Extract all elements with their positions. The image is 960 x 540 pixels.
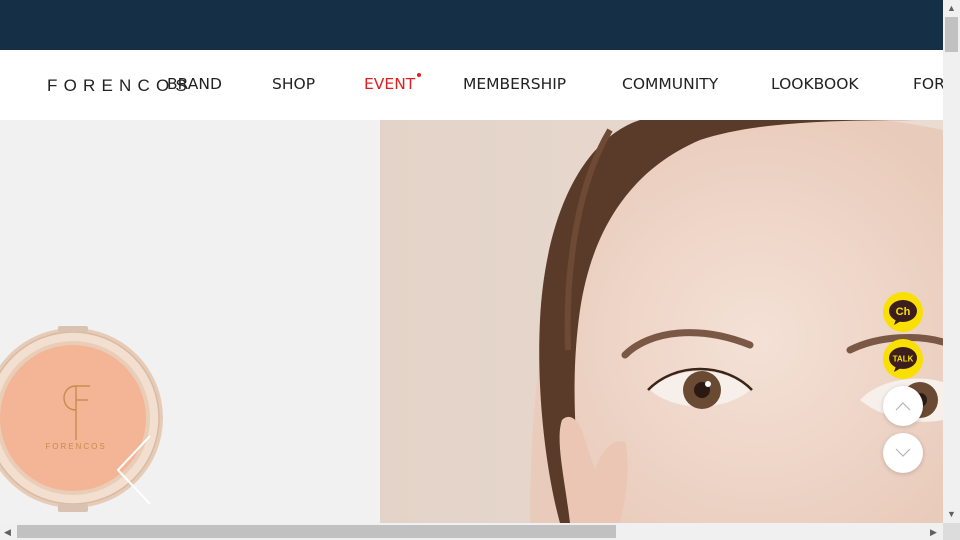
hero-model-image: [380, 120, 943, 523]
horizontal-scrollbar[interactable]: ◀ ▶: [0, 523, 943, 540]
nav-item-brand[interactable]: BRAND: [167, 75, 222, 93]
main-navigation: FORENCOS BRAND SHOP EVENT MEMBERSHIP COM…: [0, 50, 943, 120]
scroll-down-arrow-icon[interactable]: ▼: [947, 509, 956, 519]
nav-item-lookbook[interactable]: LOOKBOOK: [771, 75, 859, 93]
chevron-up-icon: [895, 402, 911, 411]
kakao-talk-icon: TALK: [889, 347, 917, 372]
scrollbar-corner: [943, 523, 960, 540]
compact-brand-text: FORENCOS: [45, 442, 106, 451]
scroll-top-button[interactable]: [883, 386, 923, 426]
channel-label: Ch: [896, 306, 911, 318]
nav-item-membership[interactable]: MEMBERSHIP: [463, 75, 566, 93]
nav-item-event-label: EVENT: [364, 75, 416, 93]
kakao-talk-button[interactable]: TALK: [883, 339, 923, 379]
nav-item-for[interactable]: FOR: [913, 75, 943, 93]
kakao-channel-icon: Ch: [889, 300, 917, 325]
scroll-up-arrow-icon[interactable]: ▲: [947, 3, 956, 13]
slide-prev-arrow[interactable]: [112, 432, 156, 513]
top-banner: [0, 0, 943, 50]
new-indicator-dot: [417, 73, 422, 77]
talk-label: TALK: [893, 355, 914, 364]
vertical-scrollbar[interactable]: ▲ ▼: [943, 0, 960, 523]
vertical-scroll-thumb[interactable]: [945, 17, 958, 52]
kakao-channel-button[interactable]: Ch: [883, 292, 923, 332]
chevron-left-icon: [116, 435, 151, 505]
nav-item-event[interactable]: EVENT: [364, 73, 422, 93]
nav-item-shop[interactable]: SHOP: [272, 75, 315, 93]
scroll-right-arrow-icon[interactable]: ▶: [930, 527, 937, 537]
horizontal-scroll-thumb[interactable]: [17, 525, 616, 538]
chevron-down-icon: [895, 448, 911, 457]
nav-item-community[interactable]: COMMUNITY: [622, 75, 718, 93]
scroll-bottom-button[interactable]: [883, 433, 923, 473]
scroll-left-arrow-icon[interactable]: ◀: [4, 527, 11, 537]
